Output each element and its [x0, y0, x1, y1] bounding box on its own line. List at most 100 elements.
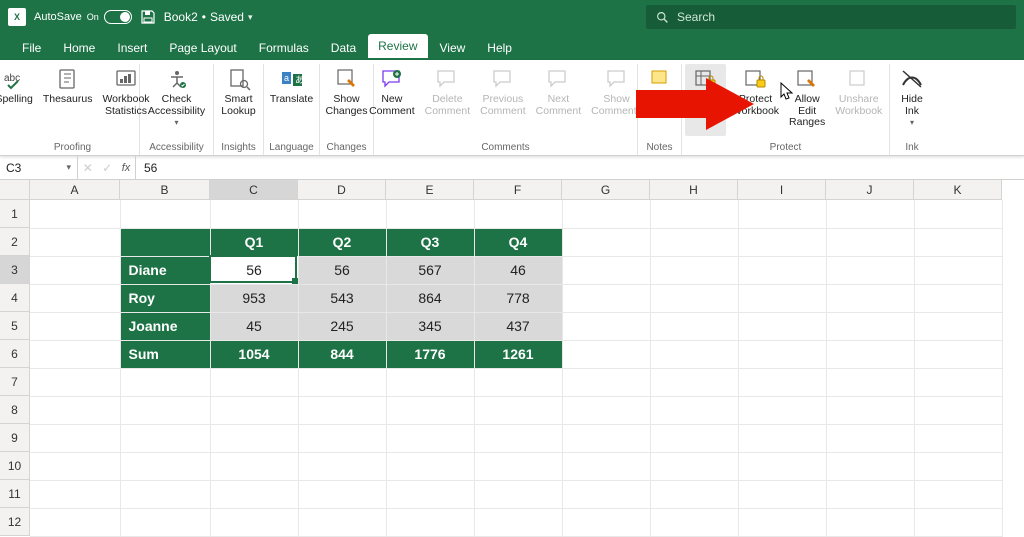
cell[interactable] — [826, 256, 914, 284]
cell[interactable] — [562, 508, 650, 536]
cell[interactable] — [738, 480, 826, 508]
fx-icon[interactable]: fx — [122, 162, 131, 174]
cell[interactable] — [210, 396, 298, 424]
cell[interactable] — [562, 200, 650, 228]
cancel-icon[interactable]: ✕ — [83, 161, 93, 175]
cell[interactable] — [30, 508, 120, 536]
document-title[interactable]: Book2 • Saved ▾ — [164, 10, 253, 24]
row-header-5[interactable]: 5 — [0, 312, 30, 340]
cell[interactable] — [650, 284, 738, 312]
cell[interactable]: 56 — [298, 256, 386, 284]
cell[interactable] — [914, 424, 1002, 452]
cell[interactable] — [826, 312, 914, 340]
cell[interactable] — [738, 284, 826, 312]
worksheet-grid[interactable]: ABCDEFGHIJK 123456789101112 Q1Q2Q3Q4Dian… — [0, 180, 1024, 536]
cell[interactable] — [650, 200, 738, 228]
cell[interactable] — [914, 200, 1002, 228]
cell[interactable] — [650, 424, 738, 452]
cell[interactable] — [738, 396, 826, 424]
col-header-B[interactable]: B — [120, 180, 210, 200]
col-header-I[interactable]: I — [738, 180, 826, 200]
cell[interactable] — [562, 424, 650, 452]
cell[interactable] — [120, 368, 210, 396]
cell[interactable] — [738, 508, 826, 536]
spelling-button[interactable]: abc Spelling — [0, 64, 37, 136]
cell[interactable] — [826, 284, 914, 312]
cell[interactable] — [826, 340, 914, 368]
cell[interactable]: 245 — [298, 312, 386, 340]
cell[interactable] — [298, 200, 386, 228]
cell[interactable] — [738, 312, 826, 340]
cell[interactable] — [914, 396, 1002, 424]
search-box[interactable]: Search — [646, 5, 1016, 29]
col-header-F[interactable]: F — [474, 180, 562, 200]
cell[interactable] — [562, 312, 650, 340]
cell[interactable]: Joanne — [120, 312, 210, 340]
col-header-D[interactable]: D — [298, 180, 386, 200]
cell[interactable]: 46 — [474, 256, 562, 284]
save-icon[interactable] — [140, 9, 156, 25]
cell[interactable] — [826, 424, 914, 452]
thesaurus-button[interactable]: Thesaurus — [39, 64, 97, 136]
enter-icon[interactable]: ✓ — [102, 161, 112, 175]
cell[interactable] — [30, 228, 120, 256]
cell[interactable] — [120, 452, 210, 480]
cell[interactable] — [298, 396, 386, 424]
cell[interactable] — [210, 452, 298, 480]
cell[interactable] — [30, 480, 120, 508]
check-accessibility-button[interactable]: Check Accessibility ▾ — [144, 64, 209, 136]
cell[interactable] — [210, 508, 298, 536]
cell[interactable] — [474, 368, 562, 396]
tab-insert[interactable]: Insert — [107, 36, 157, 60]
cell[interactable] — [120, 200, 210, 228]
cell[interactable]: 1776 — [386, 340, 474, 368]
cell[interactable] — [914, 228, 1002, 256]
cell[interactable] — [738, 424, 826, 452]
cell[interactable] — [386, 200, 474, 228]
name-box[interactable]: C3 ▾ — [0, 156, 78, 179]
cell[interactable] — [562, 480, 650, 508]
show-changes-button[interactable]: Show Changes — [321, 64, 371, 136]
cell[interactable]: Q1 — [210, 228, 298, 256]
cell[interactable] — [30, 312, 120, 340]
cell[interactable] — [650, 228, 738, 256]
row-header-2[interactable]: 2 — [0, 228, 30, 256]
cell[interactable] — [298, 452, 386, 480]
cell[interactable] — [914, 284, 1002, 312]
cell[interactable] — [120, 424, 210, 452]
chevron-down-icon[interactable]: ▾ — [66, 162, 71, 173]
cell[interactable] — [210, 200, 298, 228]
cell[interactable] — [298, 508, 386, 536]
cell[interactable] — [386, 396, 474, 424]
row-header-7[interactable]: 7 — [0, 368, 30, 396]
cell[interactable] — [914, 368, 1002, 396]
cell[interactable] — [650, 256, 738, 284]
cell[interactable] — [562, 368, 650, 396]
cell[interactable] — [826, 508, 914, 536]
cell[interactable] — [738, 452, 826, 480]
cell[interactable] — [738, 340, 826, 368]
cell[interactable] — [386, 452, 474, 480]
cell[interactable] — [30, 200, 120, 228]
col-header-H[interactable]: H — [650, 180, 738, 200]
cell[interactable] — [298, 368, 386, 396]
row-header-11[interactable]: 11 — [0, 480, 30, 508]
tab-help[interactable]: Help — [477, 36, 522, 60]
cell[interactable] — [30, 368, 120, 396]
cell[interactable] — [562, 396, 650, 424]
cell[interactable] — [30, 256, 120, 284]
cell[interactable] — [210, 424, 298, 452]
cell[interactable] — [914, 340, 1002, 368]
cell[interactable] — [120, 480, 210, 508]
cell[interactable] — [562, 228, 650, 256]
cell[interactable]: 778 — [474, 284, 562, 312]
cell[interactable] — [210, 368, 298, 396]
cell[interactable] — [914, 508, 1002, 536]
cell[interactable] — [562, 284, 650, 312]
col-header-A[interactable]: A — [30, 180, 120, 200]
row-headers[interactable]: 123456789101112 — [0, 200, 30, 536]
allow-edit-ranges-button[interactable]: Allow Edit Ranges — [785, 64, 829, 136]
translate-button[interactable]: aあ Translate — [266, 64, 317, 136]
col-header-J[interactable]: J — [826, 180, 914, 200]
cell[interactable] — [914, 452, 1002, 480]
